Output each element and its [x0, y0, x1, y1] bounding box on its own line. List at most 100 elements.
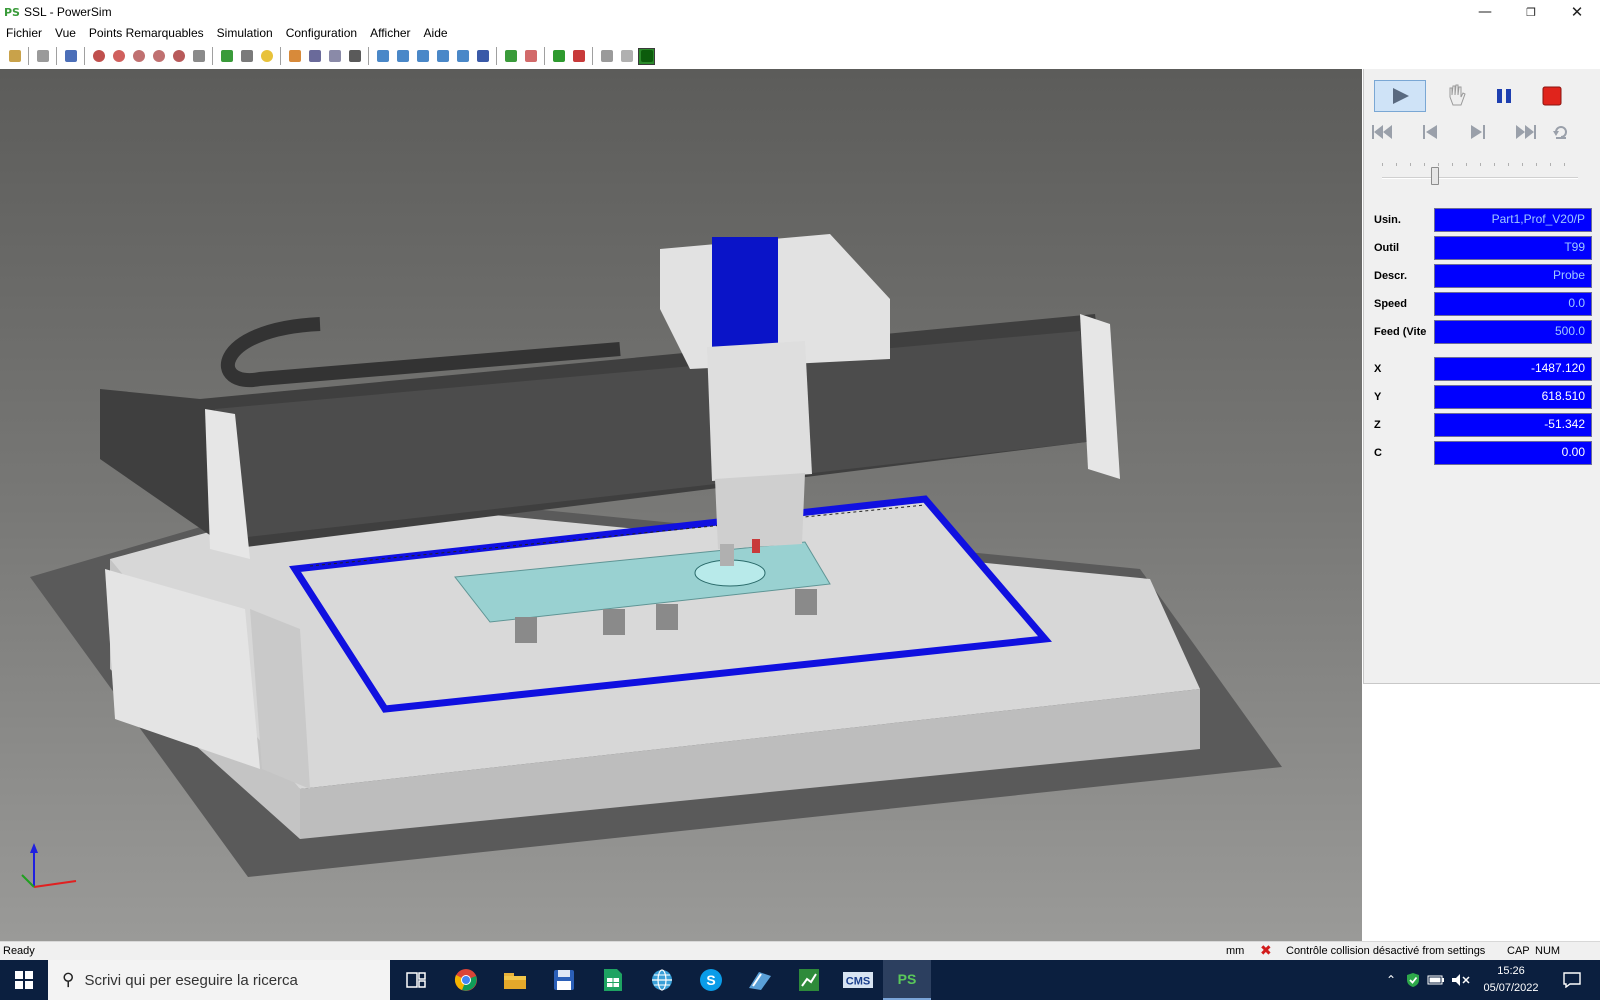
flag-icon[interactable]: [570, 48, 587, 65]
menu-configuration[interactable]: Configuration: [286, 26, 357, 40]
powersim-taskbar-app[interactable]: PS: [883, 960, 931, 1000]
suction-cup: [515, 617, 537, 643]
skip-end-button[interactable]: [1504, 117, 1548, 147]
stop-icon: [1542, 86, 1562, 106]
step-back-button[interactable]: [1408, 117, 1452, 147]
coord-value-z: -51.342: [1434, 413, 1592, 437]
report-icon[interactable]: [326, 48, 343, 65]
skype-icon: S: [700, 969, 722, 991]
coord-value-x: -1487.120: [1434, 357, 1592, 381]
zoom-dynamic-icon[interactable]: [110, 48, 127, 65]
volume-muted-icon[interactable]: [1448, 960, 1474, 1000]
machine-icon[interactable]: [306, 48, 323, 65]
cms-app[interactable]: CMS: [834, 960, 882, 1000]
manual-step-button[interactable]: [1434, 81, 1478, 111]
coord-x: X -1487.120: [1374, 357, 1594, 381]
pause-button[interactable]: [1482, 81, 1526, 111]
axis-x-line: [33, 880, 77, 888]
field-value-speed: 0.0: [1434, 292, 1592, 316]
zoom-fit-icon[interactable]: [170, 48, 187, 65]
collision-disabled-icon: ✖: [1260, 943, 1272, 959]
play-button[interactable]: [1374, 80, 1426, 112]
status-collision: Contrôle collision désactivé from settin…: [1286, 945, 1486, 957]
skype-app[interactable]: S: [687, 960, 735, 1000]
cad-app[interactable]: [736, 960, 784, 1000]
shield-outline-icon[interactable]: [598, 48, 615, 65]
tray-security-icon[interactable]: [1402, 960, 1424, 1000]
toolbar-separator: [592, 47, 594, 65]
open-file-icon[interactable]: [6, 48, 23, 65]
save-app[interactable]: [540, 960, 588, 1000]
reset-button[interactable]: [1546, 117, 1576, 147]
task-view-button[interactable]: [392, 960, 440, 1000]
globe-app[interactable]: [638, 960, 686, 1000]
zoom-in-icon[interactable]: [150, 48, 167, 65]
file-explorer-app[interactable]: [491, 960, 539, 1000]
stop-button[interactable]: [1530, 81, 1574, 111]
hand-icon: [1449, 84, 1466, 106]
view-side-icon[interactable]: [414, 48, 431, 65]
battery-icon[interactable]: [1424, 960, 1448, 1000]
view-front-icon[interactable]: [394, 48, 411, 65]
clock-time: 15:26: [1497, 965, 1525, 977]
download-icon[interactable]: [62, 48, 79, 65]
print-icon[interactable]: [34, 48, 51, 65]
menu-vue[interactable]: Vue: [55, 26, 76, 40]
restore-button[interactable]: ❐: [1508, 0, 1554, 24]
field-label-usin: Usin.: [1374, 214, 1401, 226]
field-label-feed: Feed (Vite: [1374, 326, 1427, 338]
shield-gray-icon[interactable]: [618, 48, 635, 65]
chrome-app[interactable]: [442, 960, 490, 1000]
zoom-all-icon[interactable]: [190, 48, 207, 65]
3d-viewport[interactable]: [0, 69, 1362, 941]
menu-simulation[interactable]: Simulation: [217, 26, 273, 40]
zoom-window-icon[interactable]: [90, 48, 107, 65]
coord-value-c: 0.00: [1434, 441, 1592, 465]
taskbar-search[interactable]: ⚲ Scrivi qui per eseguire la ricerca: [48, 960, 390, 1000]
spindle-head: [707, 341, 812, 481]
menu-fichier[interactable]: Fichier: [6, 26, 42, 40]
menu-points-remarquables[interactable]: Points Remarquables: [89, 26, 204, 40]
rewind-start-button[interactable]: [1360, 117, 1404, 147]
minimize-button[interactable]: —: [1462, 0, 1508, 24]
step-forward-icon: [1471, 125, 1485, 139]
menu-afficher[interactable]: Afficher: [370, 26, 410, 40]
view-bottom-icon[interactable]: [474, 48, 491, 65]
collision-shield-icon[interactable]: [638, 47, 655, 65]
coord-y: Y 618.510: [1374, 385, 1594, 409]
pan-icon[interactable]: [238, 48, 255, 65]
speed-slider-thumb[interactable]: [1430, 167, 1439, 185]
step-forward-button[interactable]: [1456, 117, 1500, 147]
search-placeholder: Scrivi qui per eseguire la ricerca: [84, 971, 298, 989]
notification-center-icon[interactable]: [1552, 960, 1592, 1000]
edit-icon[interactable]: [286, 48, 303, 65]
view-top-icon[interactable]: [434, 48, 451, 65]
panel-empty-area: [1363, 684, 1600, 941]
move-icon[interactable]: [502, 48, 519, 65]
start-button[interactable]: [0, 960, 48, 1000]
field-outil: Outil T99: [1374, 236, 1594, 260]
menu-aide[interactable]: Aide: [424, 26, 448, 40]
suction-cup: [603, 609, 625, 635]
cms-label: CMS: [846, 976, 870, 988]
globe-icon: [652, 969, 672, 991]
axes-icon[interactable]: [346, 48, 363, 65]
tray-chevron-icon[interactable]: ⌃: [1380, 960, 1402, 1000]
window-title: SSL - PowerSim: [24, 5, 112, 19]
zoom-out-icon[interactable]: [130, 48, 147, 65]
sheets-app[interactable]: [589, 960, 637, 1000]
light-icon[interactable]: [258, 48, 275, 65]
coord-value-y: 618.510: [1434, 385, 1592, 409]
view-iso-icon[interactable]: [374, 48, 391, 65]
check-icon[interactable]: [550, 48, 567, 65]
floppy-disk-icon: [554, 970, 574, 990]
close-button[interactable]: ✕: [1554, 0, 1600, 24]
speed-slider-track[interactable]: [1382, 177, 1578, 179]
view-back-icon[interactable]: [454, 48, 471, 65]
hand-tool-icon[interactable]: [522, 48, 539, 65]
chart-app[interactable]: [785, 960, 833, 1000]
powersim-window: PS SSL - PowerSim — ❐ ✕ Fichier Vue Poin…: [0, 0, 1600, 1000]
measure-icon[interactable]: [218, 48, 235, 65]
taskbar-clock[interactable]: 15:26 05/07/2022: [1479, 963, 1543, 997]
cad-tool-icon: [749, 972, 771, 990]
